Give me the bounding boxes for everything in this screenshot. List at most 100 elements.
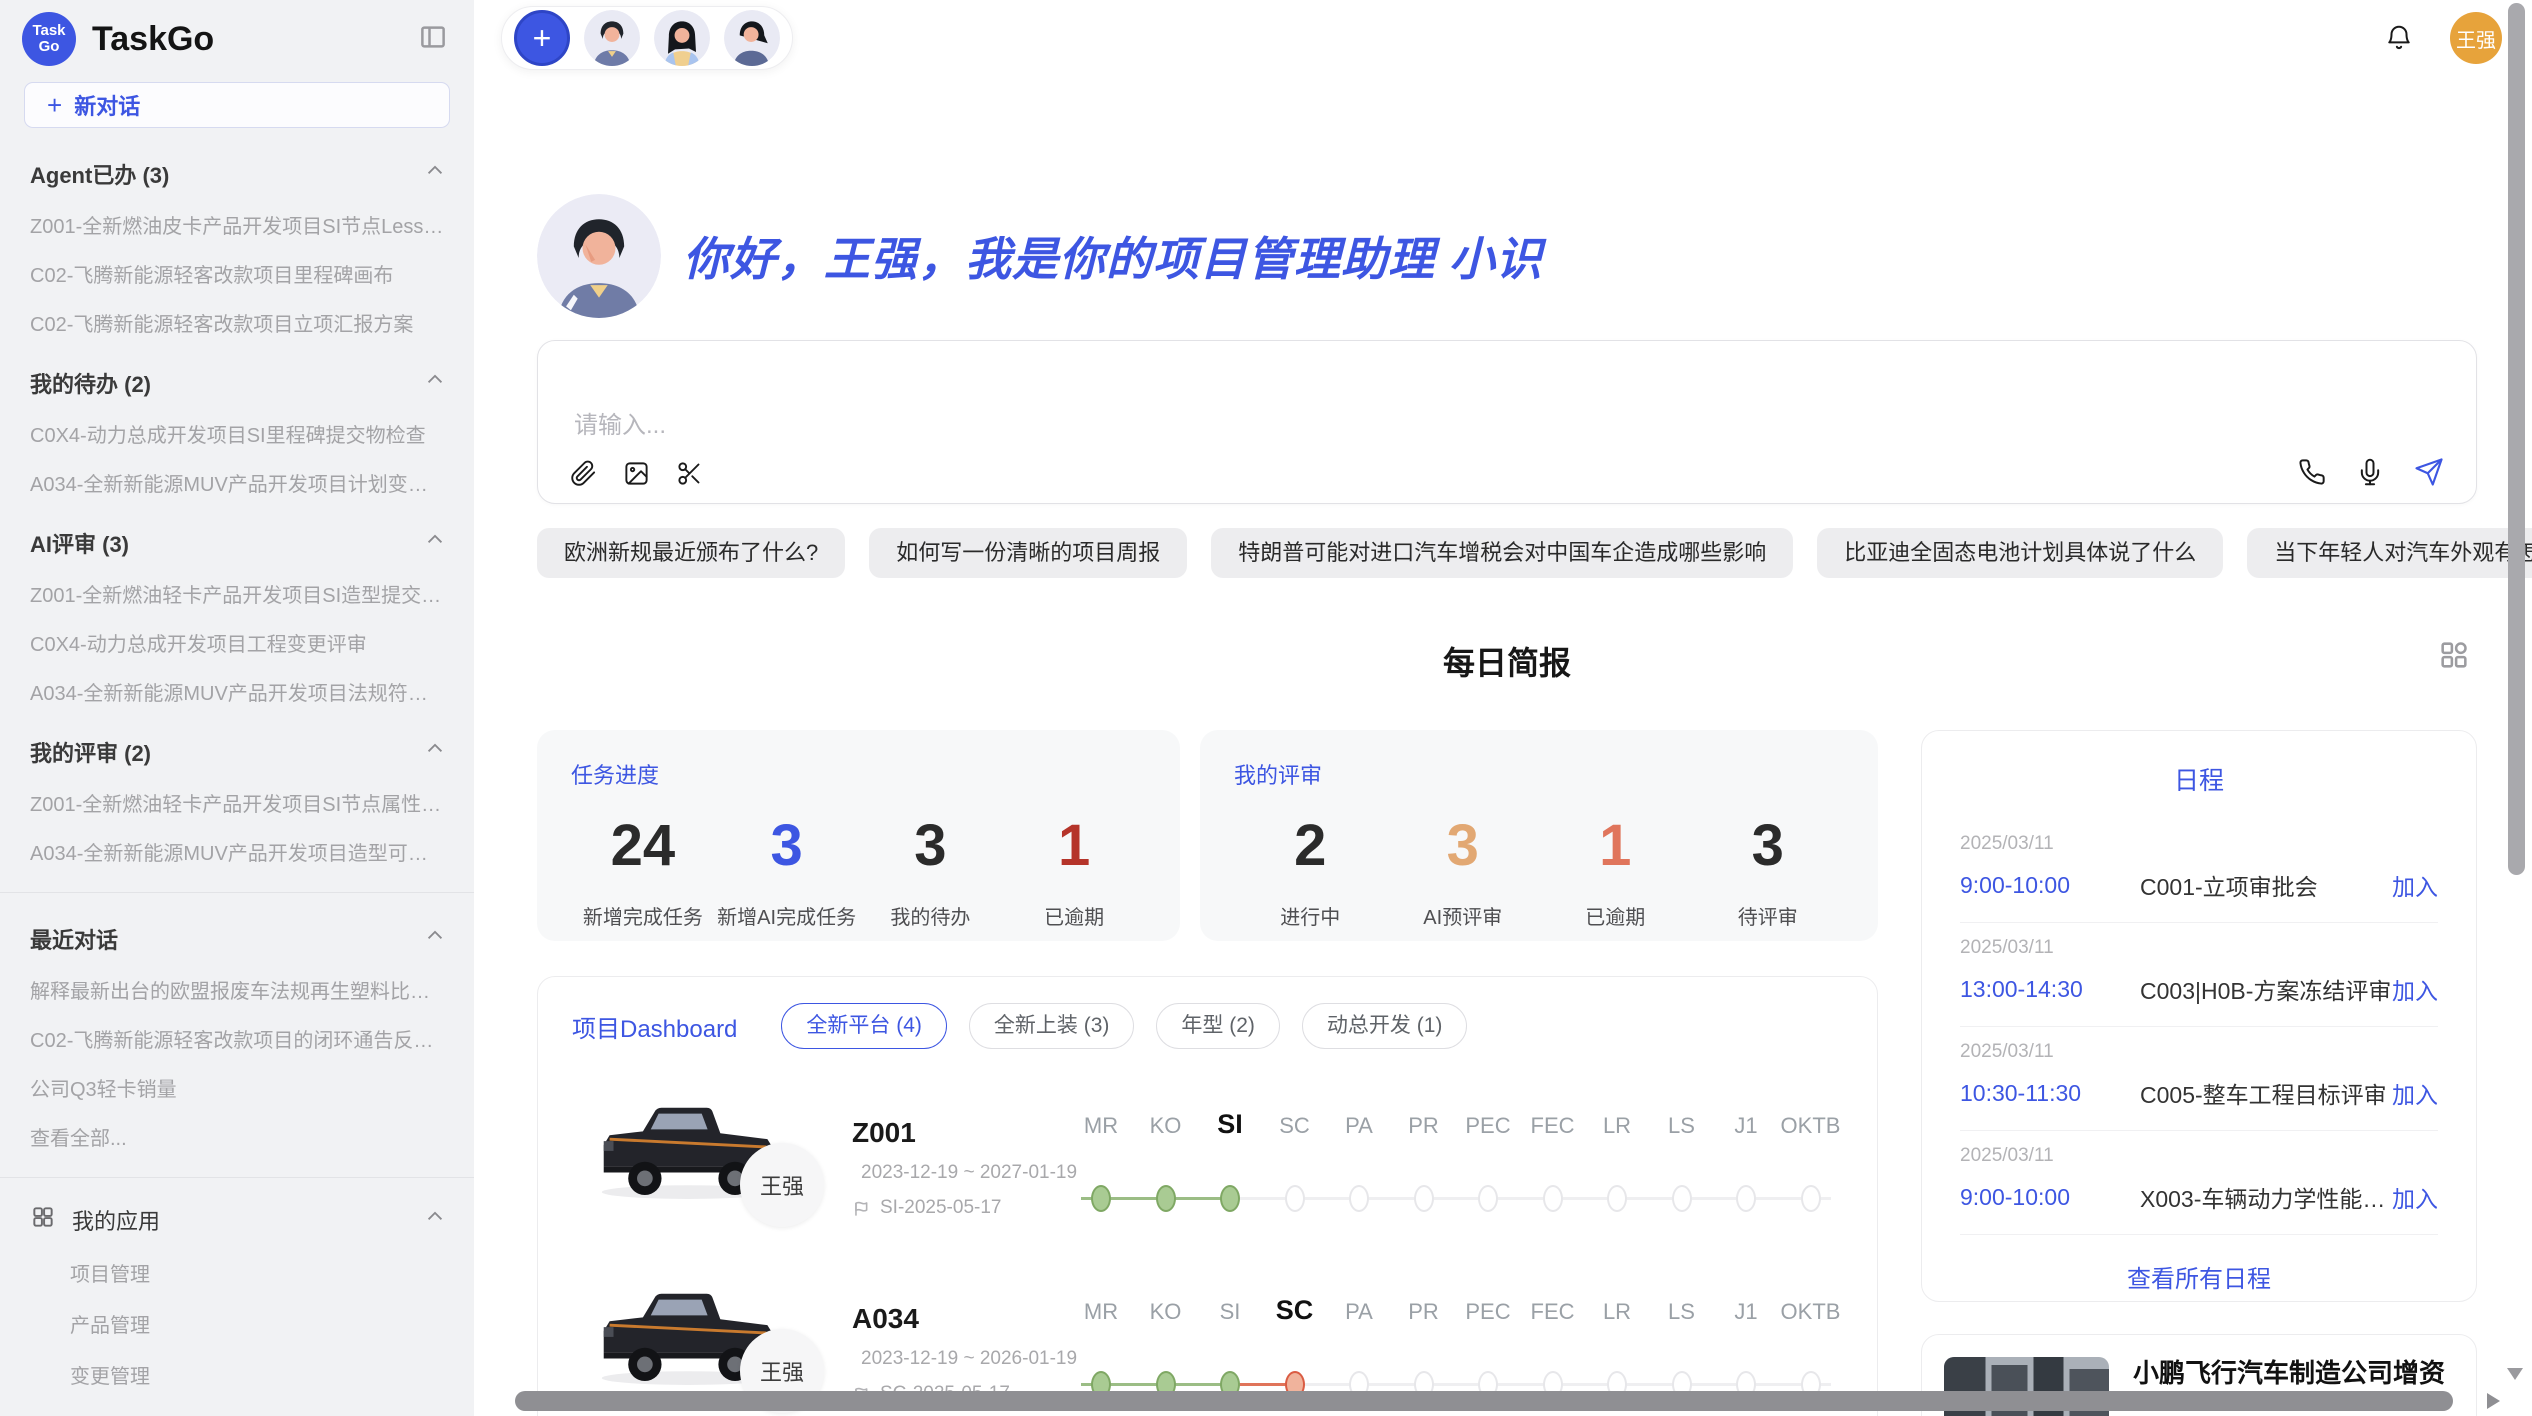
dashboard-tab[interactable]: 动总开发 (1): [1302, 1003, 1468, 1049]
sidebar-section-header[interactable]: 我的评审 (2): [0, 736, 474, 768]
schedule-join-link[interactable]: 加入: [2392, 1076, 2438, 1110]
stat-label: 待评审: [1692, 901, 1845, 930]
schedule-join-link[interactable]: 加入: [2392, 868, 2438, 902]
recent-chats-header[interactable]: 最近对话: [0, 923, 474, 955]
team-avatar-3[interactable]: [724, 10, 780, 66]
schedule-join-link[interactable]: 加入: [2392, 972, 2438, 1006]
sidebar: Task Go TaskGo + 新对话 Agent已办 (3)Z001-全新燃…: [0, 0, 474, 1416]
chevron-up-icon: [424, 1206, 446, 1234]
recent-chat-item[interactable]: 解释最新出台的欧盟报废车法规再生塑料比例被调至15%...: [0, 975, 474, 1004]
milestone-node[interactable]: [1478, 1185, 1498, 1212]
schedule-main-row: 10:30-11:30C005-整车工程目标评审加入: [1960, 1076, 2438, 1110]
recent-view-all[interactable]: 查看全部...: [0, 1122, 474, 1151]
message-input[interactable]: [574, 405, 1774, 449]
suggestion-chip[interactable]: 比亚迪全固态电池计划具体说了什么: [1817, 528, 2223, 578]
news-title: 小鹏飞行汽车制造公司增资: [2133, 1357, 2454, 1391]
sidebar-task-item[interactable]: C02-飞腾新能源轻客改款项目立项汇报方案: [0, 308, 474, 337]
app-sub-item[interactable]: 项目管理: [0, 1258, 474, 1287]
sidebar-task-item[interactable]: C0X4-动力总成开发项目工程变更评审: [0, 628, 474, 657]
recent-chat-item[interactable]: 公司Q3轻卡销量: [0, 1073, 474, 1102]
sidebar-task-item[interactable]: C02-飞腾新能源轻客改款项目里程碑画布: [0, 259, 474, 288]
apps-view-all[interactable]: 查看全部...: [0, 1411, 474, 1416]
milestone-node[interactable]: [1349, 1185, 1369, 1212]
schedule-card: 日程 2025/03/119:00-10:00C001-立项审批会加入2025/…: [1921, 730, 2477, 1302]
suggestion-chip[interactable]: 当下年轻人对汽车外观有怎样的喜好趋势: [2247, 528, 2532, 578]
app-sub-item[interactable]: 变更管理: [0, 1360, 474, 1389]
assistant-avatar: [537, 194, 661, 318]
stat-value: 3: [715, 812, 859, 879]
stat-label: 新增完成任务: [571, 901, 715, 930]
sidebar-task-item[interactable]: Z001-全新燃油皮卡产品开发项目SI节点Lesson Learn报告: [0, 210, 474, 239]
project-row[interactable]: 王强Z0012023-12-19 ~ 2027-01-19SI-2025-05-…: [572, 1085, 1843, 1235]
sidebar-task-item[interactable]: A034-全新新能源MUV产品开发项目造型可行性评审: [0, 837, 474, 866]
screenshot-scissors-icon[interactable]: [676, 460, 703, 487]
milestone-label: MR: [1084, 1113, 1118, 1139]
stat: 3新增AI完成任务: [715, 812, 859, 930]
scroll-down-arrow[interactable]: [2507, 1368, 2523, 1380]
schedule-join-link[interactable]: 加入: [2392, 1180, 2438, 1214]
sidebar-task-item[interactable]: A034-全新新能源MUV产品开发项目计划变更表编写: [0, 468, 474, 497]
suggestion-chip[interactable]: 如何写一份清晰的项目周报: [869, 528, 1187, 578]
composer-left-icons: [570, 460, 703, 487]
app-title: TaskGo: [92, 20, 214, 59]
dashboard-tab[interactable]: 年型 (2): [1156, 1003, 1280, 1049]
sidebar-section-header[interactable]: AI评审 (3): [0, 527, 474, 559]
collapse-sidebar-icon[interactable]: [418, 22, 448, 57]
project-flag-date: SI-2025-05-17: [852, 1197, 1077, 1219]
chevron-up-icon: [424, 738, 446, 766]
sidebar-task-item[interactable]: C0X4-动力总成开发项目SI里程碑提交物检查: [0, 419, 474, 448]
microphone-icon[interactable]: [2356, 458, 2384, 486]
scroll-right-arrow[interactable]: [2487, 1393, 2500, 1409]
milestone-node[interactable]: [1156, 1185, 1176, 1212]
new-chat-button[interactable]: + 新对话: [24, 82, 450, 128]
sidebar-task-item[interactable]: Z001-全新燃油轻卡产品开发项目SI节点属性5D文件评审: [0, 788, 474, 817]
my-apps-list: 项目管理产品管理变更管理: [0, 1258, 474, 1389]
sidebar-scroll-area[interactable]: Agent已办 (3) Z001-全新燃油皮卡产品开发项目SI节点Lesson L…: [0, 128, 474, 1416]
sidebar-task-item[interactable]: A034-全新新能源MUV产品开发项目法规符合性评审: [0, 677, 474, 706]
milestone-node[interactable]: [1220, 1185, 1240, 1212]
horizontal-scrollbar[interactable]: [515, 1391, 2453, 1411]
attachment-icon[interactable]: [570, 460, 597, 487]
project-name: Z001: [852, 1117, 1077, 1149]
schedule-time: 9:00-10:00: [1960, 872, 2110, 899]
sidebar-section-header[interactable]: 我的待办 (2): [0, 367, 474, 399]
add-member-button[interactable]: +: [514, 10, 570, 66]
sidebar-section-header[interactable]: Agent已办 (3): [0, 158, 474, 190]
layout-grid-icon[interactable]: [2437, 638, 2471, 677]
milestone-node[interactable]: [1736, 1185, 1756, 1212]
project-list: 王强Z0012023-12-19 ~ 2027-01-19SI-2025-05-…: [572, 1085, 1843, 1416]
suggestion-chip[interactable]: 欧洲新规最近颁布了什么?: [537, 528, 845, 578]
milestone-node[interactable]: [1607, 1185, 1627, 1212]
suggestion-chip[interactable]: 特朗普可能对进口汽车增税会对中国车企造成哪些影响: [1211, 528, 1793, 578]
dashboard-tab[interactable]: 全新平台 (4): [781, 1003, 947, 1049]
schedule-view-all[interactable]: 查看所有日程: [1960, 1259, 2438, 1294]
milestone-node[interactable]: [1543, 1185, 1563, 1212]
app-sub-item[interactable]: 产品管理: [0, 1309, 474, 1338]
vertical-scrollbar[interactable]: [2508, 3, 2525, 875]
briefing-columns: 任务进度24新增完成任务3新增AI完成任务3我的待办1已逾期我的评审2进行中3A…: [537, 730, 2477, 1416]
milestone-label: J1: [1734, 1113, 1757, 1139]
recent-chats-title: 最近对话: [30, 923, 118, 955]
image-upload-icon[interactable]: [623, 460, 650, 487]
sidebar-task-item[interactable]: Z001-全新燃油轻卡产品开发项目SI造型提交物评审: [0, 579, 474, 608]
bell-icon[interactable]: [2384, 23, 2414, 53]
suggestion-chips: 欧洲新规最近颁布了什么? 如何写一份清晰的项目周报特朗普可能对进口汽车增税会对中国…: [537, 528, 2477, 578]
milestone-label: LR: [1603, 1113, 1631, 1139]
schedule-name: X003-车辆动力学性能验...: [2110, 1180, 2392, 1214]
milestone-node[interactable]: [1672, 1185, 1692, 1212]
milestone-node[interactable]: [1285, 1185, 1305, 1212]
send-icon[interactable]: [2414, 457, 2444, 487]
milestone-node[interactable]: [1091, 1185, 1111, 1212]
milestone-node[interactable]: [1414, 1185, 1434, 1212]
schedule-date: 2025/03/11: [1960, 1145, 2438, 1167]
sidebar-item-my-apps[interactable]: 我的应用: [0, 1204, 474, 1236]
stat-cards: 任务进度24新增完成任务3新增AI完成任务3我的待办1已逾期我的评审2进行中3A…: [537, 730, 1878, 941]
voice-call-icon[interactable]: [2298, 458, 2326, 486]
recent-chat-item[interactable]: C02-飞腾新能源轻客改款项目的闭环通告反馈情况: [0, 1024, 474, 1053]
team-avatar-1[interactable]: [584, 10, 640, 66]
user-avatar[interactable]: 王强: [2450, 12, 2502, 64]
milestone-node[interactable]: [1801, 1185, 1821, 1212]
sidebar-section-title: Agent已办 (3): [30, 158, 169, 190]
dashboard-tab[interactable]: 全新上装 (3): [969, 1003, 1135, 1049]
team-avatar-2[interactable]: [654, 10, 710, 66]
